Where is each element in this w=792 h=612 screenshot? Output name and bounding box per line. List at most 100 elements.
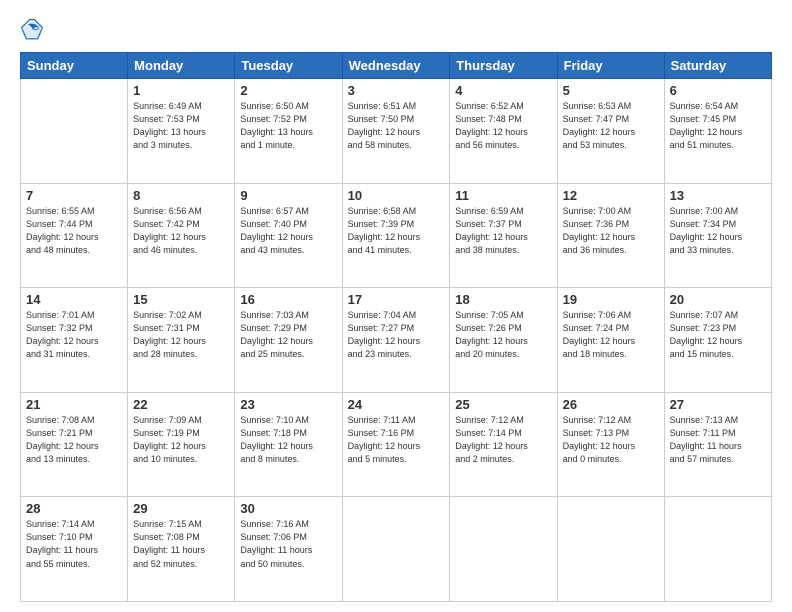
day-info: Sunrise: 7:06 AMSunset: 7:24 PMDaylight:… [563,309,659,361]
day-number: 30 [240,501,336,516]
day-number: 22 [133,397,229,412]
calendar-cell: 17 Sunrise: 7:04 AMSunset: 7:27 PMDayligh… [342,288,450,393]
weekday-header-friday: Friday [557,53,664,79]
day-info: Sunrise: 7:02 AMSunset: 7:31 PMDaylight:… [133,309,229,361]
day-info: Sunrise: 7:04 AMSunset: 7:27 PMDaylight:… [348,309,445,361]
day-number: 24 [348,397,445,412]
day-info: Sunrise: 7:01 AMSunset: 7:32 PMDaylight:… [26,309,122,361]
calendar-cell: 18Sunrise: 7:05 AMSunset: 7:26 PMDayligh… [450,288,557,393]
day-info: Sunrise: 7:08 AMSunset: 7:21 PMDaylight:… [26,414,122,466]
day-number: 3 [348,83,445,98]
calendar-cell [342,497,450,602]
weekday-header-row: SundayMondayTuesdayWednesdayThursdayFrid… [21,53,772,79]
day-info: Sunrise: 6:58 AMSunset: 7:39 PMDaylight:… [348,205,445,257]
day-info: Sunrise: 6:56 AMSunset: 7:42 PMDaylight:… [133,205,229,257]
day-info: Sunrise: 7:11 AMSunset: 7:16 PMDaylight:… [348,414,445,466]
day-info: Sunrise: 7:14 AMSunset: 7:10 PMDaylight:… [26,518,122,570]
day-number: 10 [348,188,445,203]
calendar-table: SundayMondayTuesdayWednesdayThursdayFrid… [20,52,772,602]
calendar-cell: 5Sunrise: 6:53 AMSunset: 7:47 PMDaylight… [557,79,664,184]
day-number: 13 [670,188,766,203]
day-info: Sunrise: 7:16 AMSunset: 7:06 PMDaylight:… [240,518,336,570]
calendar-cell: 1 Sunrise: 6:49 AMSunset: 7:53 PMDaylight… [128,79,235,184]
calendar-cell: 23 Sunrise: 7:10 AMSunset: 7:18 PMDayligh… [235,392,342,497]
calendar-cell: 21 Sunrise: 7:08 AMSunset: 7:21 PMDayligh… [21,392,128,497]
day-number: 1 [133,83,229,98]
day-number: 28 [26,501,122,516]
day-info: Sunrise: 7:12 AMSunset: 7:14 PMDaylight:… [455,414,551,466]
page: SundayMondayTuesdayWednesdayThursdayFrid… [0,0,792,612]
day-number: 7 [26,188,122,203]
weekday-header-wednesday: Wednesday [342,53,450,79]
calendar-cell: 14 Sunrise: 7:01 AMSunset: 7:32 PMDayligh… [21,288,128,393]
calendar-cell: 10 Sunrise: 6:58 AMSunset: 7:39 PMDayligh… [342,183,450,288]
header [20,18,772,42]
day-info: Sunrise: 7:03 AMSunset: 7:29 PMDaylight:… [240,309,336,361]
week-row-4: 21 Sunrise: 7:08 AMSunset: 7:21 PMDayligh… [21,392,772,497]
calendar-cell: 8 Sunrise: 6:56 AMSunset: 7:42 PMDaylight… [128,183,235,288]
calendar-cell: 12 Sunrise: 7:00 AMSunset: 7:36 PMDayligh… [557,183,664,288]
calendar-cell [21,79,128,184]
day-number: 14 [26,292,122,307]
calendar-cell: 27Sunrise: 7:13 AMSunset: 7:11 PMDayligh… [664,392,771,497]
calendar-cell [557,497,664,602]
day-info: Sunrise: 6:50 AMSunset: 7:52 PMDaylight:… [240,100,336,152]
calendar-cell: 28 Sunrise: 7:14 AMSunset: 7:10 PMDayligh… [21,497,128,602]
week-row-1: 1 Sunrise: 6:49 AMSunset: 7:53 PMDaylight… [21,79,772,184]
day-number: 27 [670,397,766,412]
logo-icon [20,18,44,42]
calendar-cell [450,497,557,602]
day-info: Sunrise: 7:05 AMSunset: 7:26 PMDaylight:… [455,309,551,361]
day-number: 15 [133,292,229,307]
calendar-cell: 16Sunrise: 7:03 AMSunset: 7:29 PMDayligh… [235,288,342,393]
day-number: 12 [563,188,659,203]
calendar-cell [664,497,771,602]
week-row-2: 7 Sunrise: 6:55 AMSunset: 7:44 PMDaylight… [21,183,772,288]
day-info: Sunrise: 6:51 AMSunset: 7:50 PMDaylight:… [348,100,445,152]
calendar-cell: 13 Sunrise: 7:00 AMSunset: 7:34 PMDayligh… [664,183,771,288]
calendar-cell: 11 Sunrise: 6:59 AMSunset: 7:37 PMDayligh… [450,183,557,288]
calendar-cell: 20 Sunrise: 7:07 AMSunset: 7:23 PMDayligh… [664,288,771,393]
calendar-cell: 3 Sunrise: 6:51 AMSunset: 7:50 PMDaylight… [342,79,450,184]
calendar-cell: 29 Sunrise: 7:15 AMSunset: 7:08 PMDayligh… [128,497,235,602]
day-number: 8 [133,188,229,203]
calendar-cell: 7 Sunrise: 6:55 AMSunset: 7:44 PMDaylight… [21,183,128,288]
day-info: Sunrise: 6:53 AMSunset: 7:47 PMDaylight:… [563,100,659,152]
day-info: Sunrise: 7:10 AMSunset: 7:18 PMDaylight:… [240,414,336,466]
day-number: 19 [563,292,659,307]
calendar-cell: 2Sunrise: 6:50 AMSunset: 7:52 PMDaylight… [235,79,342,184]
day-info: Sunrise: 6:49 AMSunset: 7:53 PMDaylight:… [133,100,229,152]
day-info: Sunrise: 6:59 AMSunset: 7:37 PMDaylight:… [455,205,551,257]
day-number: 11 [455,188,551,203]
calendar-cell: 22 Sunrise: 7:09 AMSunset: 7:19 PMDayligh… [128,392,235,497]
day-info: Sunrise: 7:07 AMSunset: 7:23 PMDaylight:… [670,309,766,361]
day-number: 20 [670,292,766,307]
logo [20,18,48,42]
day-number: 25 [455,397,551,412]
day-info: Sunrise: 6:52 AMSunset: 7:48 PMDaylight:… [455,100,551,152]
calendar-cell: 19 Sunrise: 7:06 AMSunset: 7:24 PMDayligh… [557,288,664,393]
day-number: 9 [240,188,336,203]
calendar-cell: 25 Sunrise: 7:12 AMSunset: 7:14 PMDayligh… [450,392,557,497]
calendar-cell: 26Sunrise: 7:12 AMSunset: 7:13 PMDayligh… [557,392,664,497]
day-number: 29 [133,501,229,516]
calendar-cell: 6Sunrise: 6:54 AMSunset: 7:45 PMDaylight… [664,79,771,184]
day-info: Sunrise: 7:00 AMSunset: 7:36 PMDaylight:… [563,205,659,257]
day-number: 23 [240,397,336,412]
day-number: 21 [26,397,122,412]
calendar-cell: 9Sunrise: 6:57 AMSunset: 7:40 PMDaylight… [235,183,342,288]
day-info: Sunrise: 7:12 AMSunset: 7:13 PMDaylight:… [563,414,659,466]
day-info: Sunrise: 7:15 AMSunset: 7:08 PMDaylight:… [133,518,229,570]
weekday-header-monday: Monday [128,53,235,79]
weekday-header-thursday: Thursday [450,53,557,79]
calendar-cell: 15 Sunrise: 7:02 AMSunset: 7:31 PMDayligh… [128,288,235,393]
day-info: Sunrise: 7:09 AMSunset: 7:19 PMDaylight:… [133,414,229,466]
weekday-header-sunday: Sunday [21,53,128,79]
day-info: Sunrise: 7:00 AMSunset: 7:34 PMDaylight:… [670,205,766,257]
day-info: Sunrise: 6:55 AMSunset: 7:44 PMDaylight:… [26,205,122,257]
weekday-header-tuesday: Tuesday [235,53,342,79]
week-row-3: 14 Sunrise: 7:01 AMSunset: 7:32 PMDayligh… [21,288,772,393]
calendar-cell: 30 Sunrise: 7:16 AMSunset: 7:06 PMDayligh… [235,497,342,602]
day-number: 4 [455,83,551,98]
day-number: 17 [348,292,445,307]
